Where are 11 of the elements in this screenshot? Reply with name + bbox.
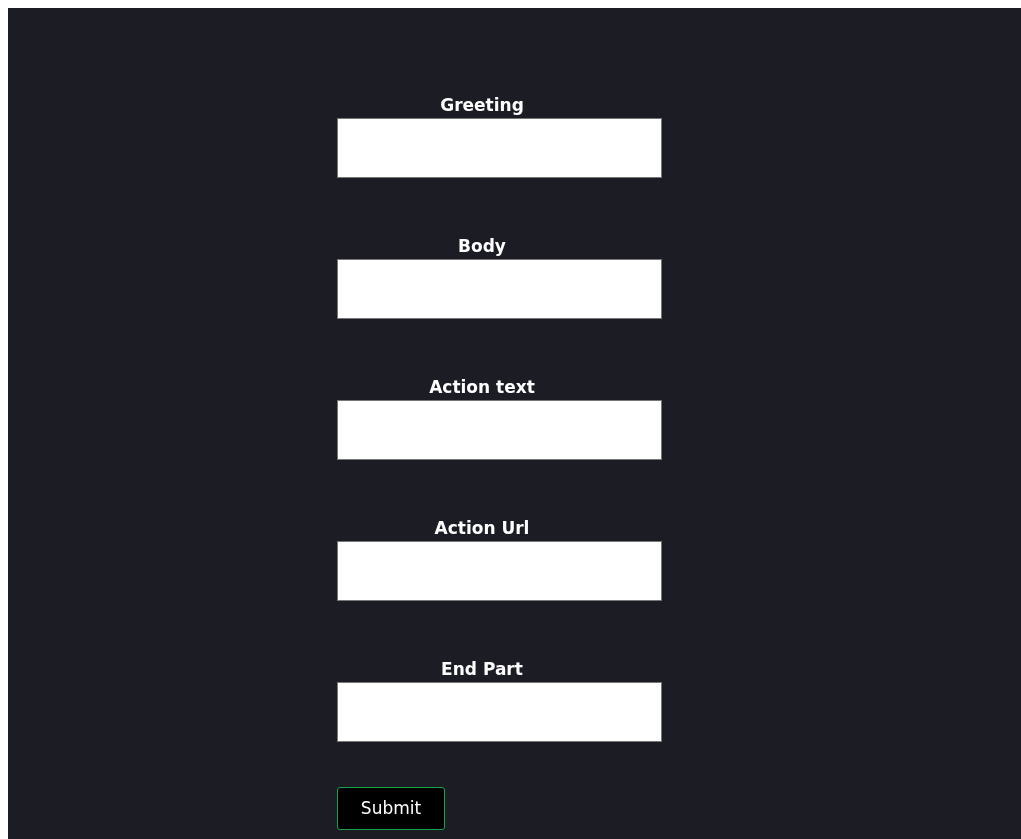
field-label: End Part — [441, 658, 523, 680]
input-field[interactable] — [337, 400, 662, 460]
field-label: Action Url — [434, 517, 530, 539]
input-field[interactable] — [337, 259, 662, 319]
field-label: Greeting — [440, 94, 524, 116]
input-field[interactable] — [337, 682, 662, 742]
input-field[interactable] — [337, 118, 662, 178]
submit-button[interactable]: Submit — [337, 787, 445, 830]
field-label: Body — [458, 235, 506, 257]
input-field[interactable] — [337, 541, 662, 601]
field-label: Action text — [429, 376, 535, 398]
